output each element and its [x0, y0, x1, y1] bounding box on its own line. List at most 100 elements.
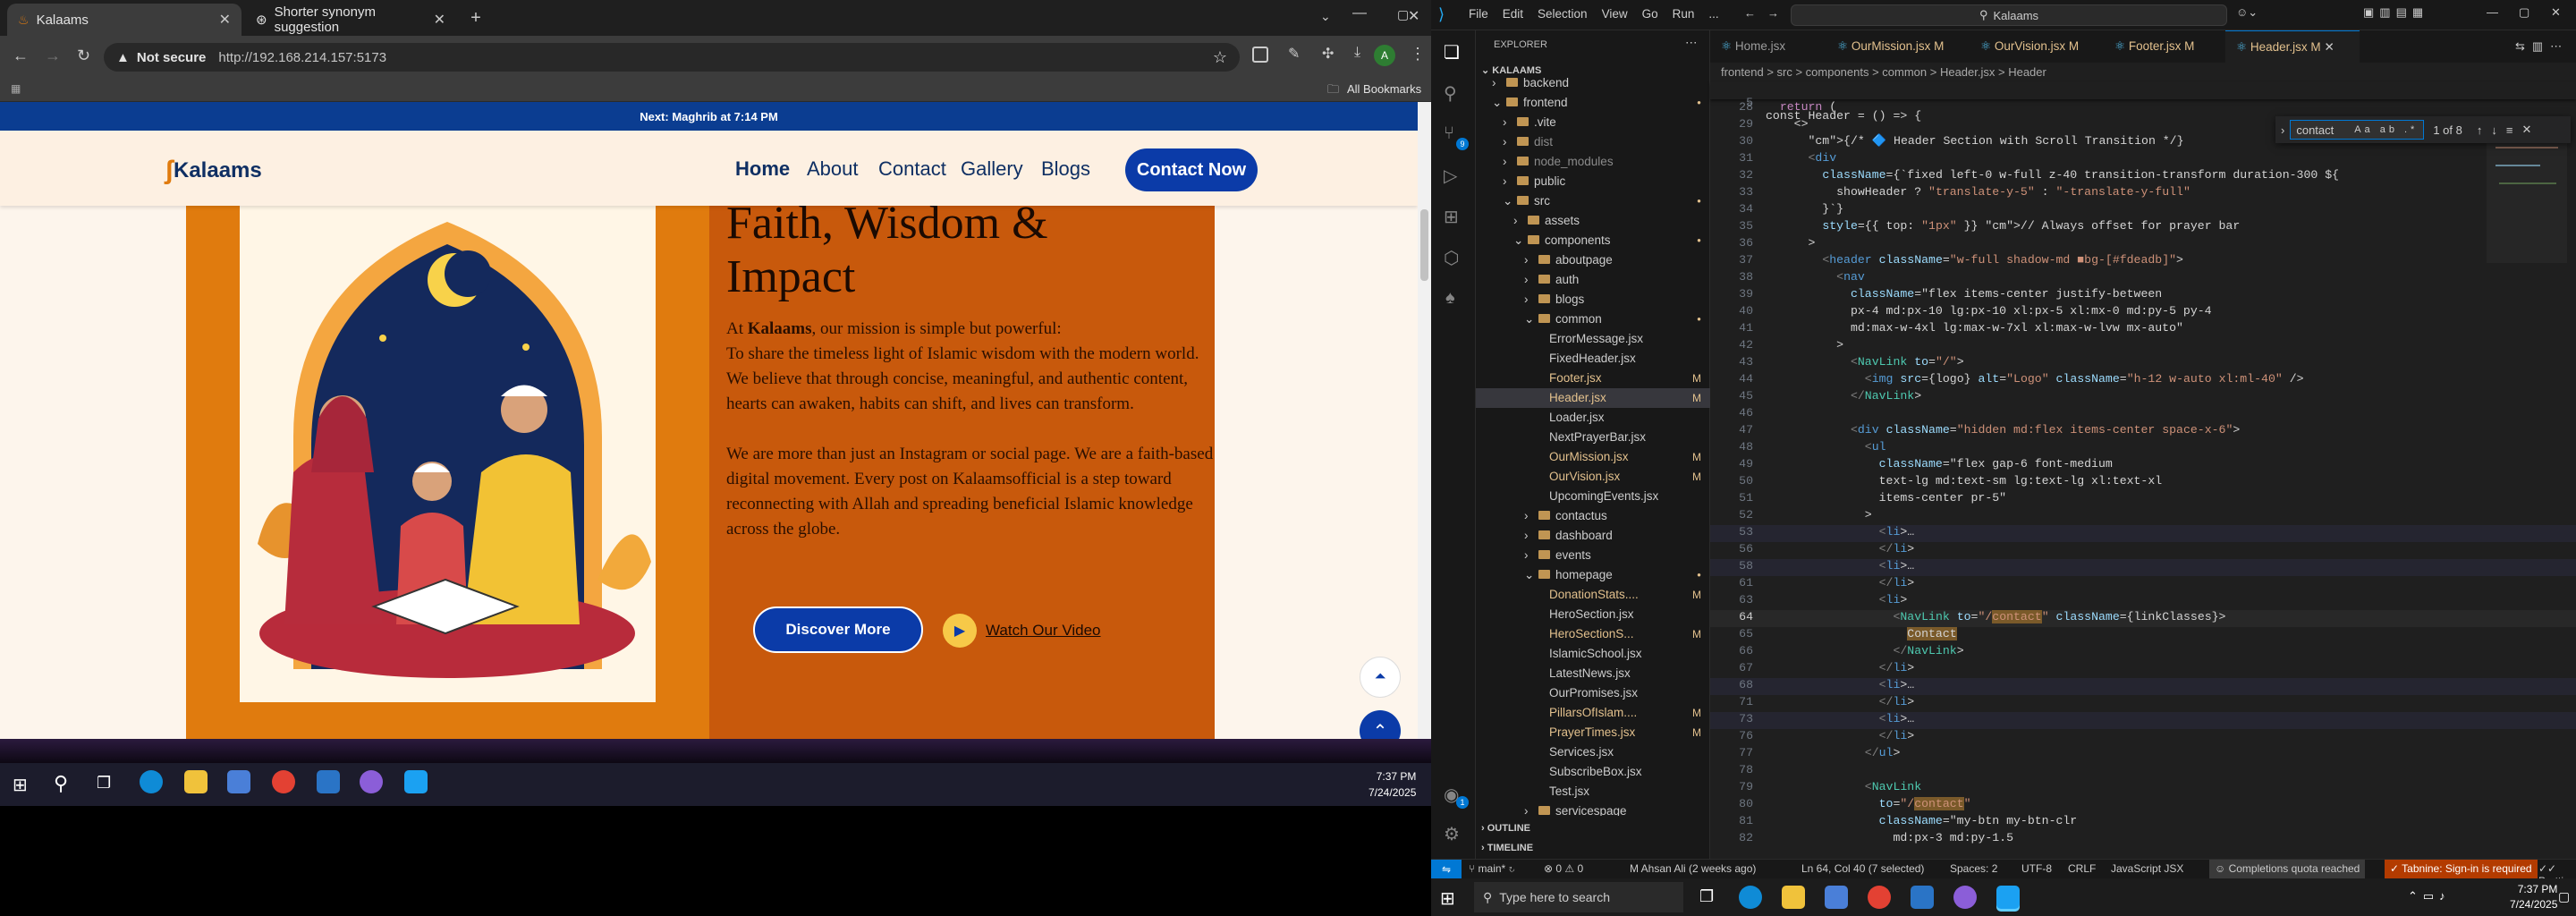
tree-file[interactable]: NextPrayerBar.jsx: [1476, 428, 1710, 447]
contact-now-button[interactable]: Contact Now: [1125, 148, 1258, 191]
code-area[interactable]: 28 return (29 <> 30 "cm">{/* 🔷 Header Sec…: [1710, 100, 2576, 857]
tree-folder[interactable]: › blogs: [1476, 290, 1710, 310]
nav-back-icon[interactable]: ←: [1744, 6, 1756, 20]
code-line[interactable]: 71 </li>: [1710, 695, 2576, 712]
downloads-icon[interactable]: ⤓: [1354, 45, 1360, 61]
vscode-icon[interactable]: [404, 770, 428, 793]
github-desktop-icon[interactable]: [360, 770, 383, 793]
close-window-icon[interactable]: ✕: [2551, 5, 2561, 20]
puzzle-icon[interactable]: ✣: [1322, 45, 1334, 63]
copilot-icon[interactable]: ☺⌄: [2236, 5, 2258, 20]
tree-file[interactable]: LatestNews.jsx: [1476, 664, 1710, 683]
timeline-section[interactable]: › TIMELINE: [1481, 843, 1533, 853]
reload-icon[interactable]: ↻: [77, 47, 90, 65]
menu-file[interactable]: File: [1469, 7, 1488, 21]
code-line[interactable]: 64 <NavLink to="/contact" className={lin…: [1710, 610, 2576, 627]
source-control-icon[interactable]: ⑂: [1444, 123, 1454, 144]
command-search-box[interactable]: ⚲ Kalaams: [1791, 4, 2227, 26]
code-line[interactable]: 45 </NavLink>: [1710, 389, 2576, 406]
minimize-icon[interactable]: —: [1352, 5, 1367, 21]
code-line[interactable]: 68 <li>…: [1710, 678, 2576, 695]
explorer-icon[interactable]: ❏: [1444, 41, 1460, 64]
store-icon[interactable]: [227, 770, 250, 793]
code-line[interactable]: 48 <ul: [1710, 440, 2576, 457]
code-line[interactable]: 56 </li>: [1710, 542, 2576, 559]
close-find-icon[interactable]: ✕: [2521, 123, 2531, 137]
tree-folder[interactable]: ⌄ common ●: [1476, 310, 1710, 329]
forward-icon[interactable]: →: [45, 47, 61, 65]
code-line[interactable]: 44 <img src={logo} alt="Logo" className=…: [1710, 372, 2576, 389]
address-bar[interactable]: ▲ Not secure http://192.168.214.157:5173…: [104, 43, 1240, 72]
close-window-icon[interactable]: ✕: [1408, 7, 1419, 25]
tree-folder[interactable]: ⌄ components ●: [1476, 231, 1710, 250]
tab-header[interactable]: ⚛ Header.jsx M ✕: [2225, 30, 2360, 63]
tree-folder[interactable]: › dashboard: [1476, 526, 1710, 546]
github-icon[interactable]: ⬡: [1444, 247, 1459, 269]
remote-icon[interactable]: ⇋: [1431, 860, 1462, 878]
maximize-icon[interactable]: ▢: [2519, 5, 2529, 20]
breadcrumb[interactable]: frontend > src > components > common > H…: [1710, 63, 2576, 82]
copilot-quota-status[interactable]: ☺ Completions quota reached: [2209, 860, 2366, 878]
tab-ourmission[interactable]: ⚛ OurMission.jsx M: [1826, 30, 1970, 63]
url-text[interactable]: http://192.168.214.157:5173: [218, 50, 386, 65]
notifications-icon[interactable]: ▢: [2558, 889, 2570, 904]
chrome-icon[interactable]: [272, 770, 295, 793]
problems-status[interactable]: ⊗ 0 ⚠ 0: [1544, 862, 1583, 875]
tree-file[interactable]: Test.jsx: [1476, 782, 1710, 802]
tab-home[interactable]: ⚛ Home.jsx: [1710, 30, 1826, 63]
task-view-icon[interactable]: ❐: [1699, 887, 1714, 906]
menu-run[interactable]: Run: [1673, 7, 1695, 21]
code-line[interactable]: 61 </li>: [1710, 576, 2576, 593]
tree-file[interactable]: ErrorMessage.jsx: [1476, 329, 1710, 349]
mongodb-icon[interactable]: ♠: [1445, 288, 1455, 309]
code-line[interactable]: 41 md:max-w-4xl lg:max-w-7xl xl:max-w-lv…: [1710, 321, 2576, 338]
tree-file[interactable]: HeroSectionS... M: [1476, 624, 1710, 644]
tree-folder[interactable]: ⌄ frontend ●: [1476, 93, 1710, 113]
close-tab-icon[interactable]: ✕: [2324, 40, 2334, 54]
tree-folder[interactable]: › backend: [1476, 73, 1710, 93]
tabnine-status[interactable]: ✓ Tabnine: Sign-in is required: [2385, 860, 2538, 878]
nav-blogs[interactable]: Blogs: [1041, 157, 1090, 181]
eol-status[interactable]: CRLF: [2068, 862, 2096, 875]
watch-video-link[interactable]: ▶ Watch Our Video: [943, 614, 1101, 648]
tree-file[interactable]: HeroSection.jsx: [1476, 605, 1710, 624]
code-line[interactable]: 49 className="flex gap-6 font-medium: [1710, 457, 2576, 474]
tree-folder[interactable]: › auth: [1476, 270, 1710, 290]
toggle-replace-icon[interactable]: ›: [2281, 123, 2284, 137]
apps-grid-icon[interactable]: ▦: [11, 82, 21, 95]
code-line[interactable]: 58 <li>…: [1710, 559, 2576, 576]
extension-icon[interactable]: [1252, 47, 1268, 63]
explorer-more-icon[interactable]: ⋯: [1685, 36, 1698, 50]
find-input[interactable]: contact Aa ab .*: [2290, 120, 2425, 140]
code-line[interactable]: 53 <li>…: [1710, 525, 2576, 542]
nav-home[interactable]: Home: [735, 157, 790, 181]
code-line[interactable]: 82 md:px-3 md:py-1.5: [1710, 831, 2576, 848]
discover-more-button[interactable]: Discover More: [753, 606, 923, 653]
code-line[interactable]: 32 className={`fixed left-0 w-full z-40 …: [1710, 168, 2576, 185]
vscode-alt-icon[interactable]: [1911, 886, 1934, 909]
scrollbar-thumb[interactable]: [1420, 209, 1428, 281]
tree-folder[interactable]: › .vite: [1476, 113, 1710, 132]
code-line[interactable]: 38 <nav: [1710, 270, 2576, 287]
tree-file[interactable]: IslamicSchool.jsx: [1476, 644, 1710, 664]
browser-tab-kalaams[interactable]: ♨ Kalaams ✕: [7, 4, 242, 36]
code-line[interactable]: 66 </NavLink>: [1710, 644, 2576, 661]
code-line[interactable]: 79 <NavLink: [1710, 780, 2576, 797]
code-line[interactable]: 34 }`}: [1710, 202, 2576, 219]
pen-icon[interactable]: ✎: [1288, 45, 1300, 63]
search-view-icon[interactable]: ⚲: [1444, 82, 1457, 105]
code-line[interactable]: 47 <div className="hidden md:flex items-…: [1710, 423, 2576, 440]
git-blame-status[interactable]: M Ahsan Ali (2 weeks ago): [1630, 862, 1756, 875]
menu-selection[interactable]: Selection: [1538, 7, 1588, 21]
not-secure-label[interactable]: Not secure: [137, 50, 207, 65]
code-line[interactable]: 51 items-center pr-5": [1710, 491, 2576, 508]
close-tab-icon[interactable]: ✕: [219, 11, 231, 29]
taskbar-search-box[interactable]: ⚲ Type here to search: [1474, 882, 1683, 912]
tree-folder[interactable]: › servicespage: [1476, 802, 1710, 816]
tree-file[interactable]: DonationStats.... M: [1476, 585, 1710, 605]
minimap[interactable]: [2487, 120, 2567, 352]
store-icon[interactable]: [1825, 886, 1848, 909]
search-icon[interactable]: ⚲: [54, 772, 68, 795]
branch-status[interactable]: ⑂ main* ↻: [1469, 862, 1515, 875]
layout-icons[interactable]: ▣▥▤▦: [2363, 5, 2428, 20]
